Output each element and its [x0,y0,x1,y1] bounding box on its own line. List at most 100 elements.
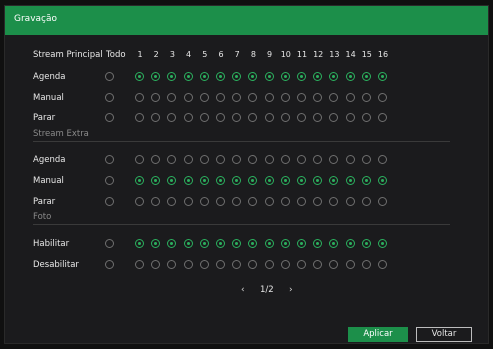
channel-radio[interactable] [216,155,225,164]
channel-radio[interactable] [329,260,339,269]
channel-radio[interactable] [264,93,274,102]
channel-radio[interactable] [264,239,274,248]
channel-radio[interactable] [183,93,193,102]
channel-radio[interactable] [378,197,387,206]
channel-radio[interactable] [280,260,290,269]
channel-radio[interactable] [264,72,274,81]
channel-radio[interactable] [361,197,371,206]
channel-radio[interactable] [199,113,209,122]
channel-radio[interactable] [216,197,225,206]
channel-radio[interactable] [232,113,242,122]
channel-radio[interactable] [135,176,144,185]
channel-radio[interactable] [361,72,371,81]
channel-radio[interactable] [329,197,339,206]
channel-radio[interactable] [167,260,177,269]
todo-radio[interactable] [105,176,114,185]
todo-radio[interactable] [105,93,114,102]
channel-radio[interactable] [345,113,355,122]
channel-radio[interactable] [264,155,274,164]
channel-radio[interactable] [183,72,193,81]
channel-radio[interactable] [232,260,242,269]
apply-button[interactable]: Aplicar [348,327,408,342]
channel-radio[interactable] [264,197,274,206]
channel-radio[interactable] [297,155,306,164]
channel-radio[interactable] [248,260,258,269]
channel-radio[interactable] [313,155,323,164]
channel-radio[interactable] [329,93,339,102]
channel-radio[interactable] [232,239,242,248]
channel-radio[interactable] [264,113,274,122]
channel-radio[interactable] [151,260,161,269]
channel-radio[interactable] [297,197,306,206]
channel-radio[interactable] [280,197,290,206]
channel-radio[interactable] [313,260,323,269]
channel-radio[interactable] [361,176,371,185]
channel-radio[interactable] [199,239,209,248]
channel-radio[interactable] [167,176,177,185]
channel-radio[interactable] [264,260,274,269]
channel-radio[interactable] [313,176,323,185]
channel-radio[interactable] [135,113,144,122]
channel-radio[interactable] [232,72,242,81]
channel-radio[interactable] [135,260,144,269]
channel-radio[interactable] [199,197,209,206]
todo-radio[interactable] [105,260,114,269]
channel-radio[interactable] [232,197,242,206]
channel-radio[interactable] [151,239,161,248]
channel-radio[interactable] [378,113,387,122]
channel-radio[interactable] [248,155,258,164]
channel-radio[interactable] [313,239,323,248]
channel-radio[interactable] [199,176,209,185]
channel-radio[interactable] [167,72,177,81]
channel-radio[interactable] [297,93,306,102]
channel-radio[interactable] [216,239,225,248]
channel-radio[interactable] [345,197,355,206]
channel-radio[interactable] [280,93,290,102]
channel-radio[interactable] [264,176,274,185]
channel-radio[interactable] [280,113,290,122]
channel-radio[interactable] [361,93,371,102]
channel-radio[interactable] [248,176,258,185]
channel-radio[interactable] [280,176,290,185]
channel-radio[interactable] [151,176,161,185]
todo-radio[interactable] [105,197,114,206]
channel-radio[interactable] [345,72,355,81]
channel-radio[interactable] [199,155,209,164]
channel-radio[interactable] [329,113,339,122]
channel-radio[interactable] [248,93,258,102]
channel-radio[interactable] [378,176,387,185]
channel-radio[interactable] [297,260,306,269]
channel-radio[interactable] [167,155,177,164]
channel-radio[interactable] [297,239,306,248]
channel-radio[interactable] [183,155,193,164]
channel-radio[interactable] [248,197,258,206]
channel-radio[interactable] [183,197,193,206]
channel-radio[interactable] [378,155,387,164]
channel-radio[interactable] [232,176,242,185]
channel-radio[interactable] [167,239,177,248]
todo-radio[interactable] [105,239,114,248]
channel-radio[interactable] [216,176,225,185]
channel-radio[interactable] [313,93,323,102]
todo-radio[interactable] [105,72,114,81]
channel-radio[interactable] [248,72,258,81]
channel-radio[interactable] [151,155,161,164]
channel-radio[interactable] [216,260,225,269]
channel-radio[interactable] [216,93,225,102]
channel-radio[interactable] [361,239,371,248]
channel-radio[interactable] [329,176,339,185]
channel-radio[interactable] [345,155,355,164]
channel-radio[interactable] [199,93,209,102]
channel-radio[interactable] [378,93,387,102]
channel-radio[interactable] [216,72,225,81]
todo-radio[interactable] [105,113,114,122]
channel-radio[interactable] [183,260,193,269]
channel-radio[interactable] [248,113,258,122]
channel-radio[interactable] [313,197,323,206]
channel-radio[interactable] [183,239,193,248]
channel-radio[interactable] [135,155,144,164]
channel-radio[interactable] [378,260,387,269]
channel-radio[interactable] [345,239,355,248]
next-page-icon[interactable]: › [289,285,293,295]
channel-radio[interactable] [280,72,290,81]
